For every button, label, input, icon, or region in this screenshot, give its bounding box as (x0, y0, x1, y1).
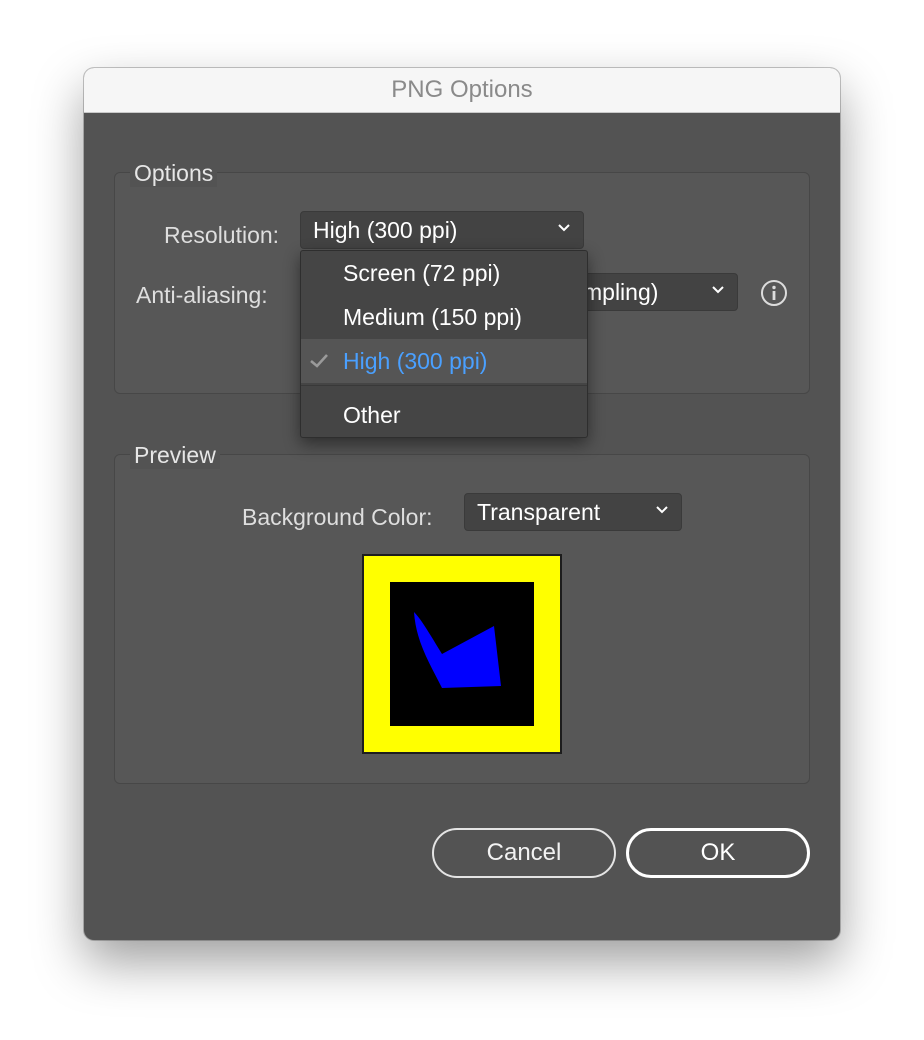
background-color-value: Transparent (477, 498, 601, 525)
cancel-button[interactable]: Cancel (432, 828, 616, 878)
menu-item-other[interactable]: Other (301, 393, 587, 437)
background-color-select[interactable]: Transparent (464, 493, 682, 531)
menu-item-medium[interactable]: Medium (150 ppi) (301, 295, 587, 339)
menu-item-label: Other (343, 401, 401, 428)
anti-aliasing-value: mpling) (583, 278, 659, 305)
title-bar[interactable]: PNG Options (84, 68, 840, 113)
background-color-label: Background Color: (242, 504, 433, 530)
info-icon[interactable] (760, 279, 788, 307)
menu-item-screen[interactable]: Screen (72 ppi) (301, 251, 587, 295)
chevron-down-icon (656, 506, 668, 514)
menu-item-label: Medium (150 ppi) (343, 303, 522, 330)
resolution-value: High (300 ppi) (313, 216, 458, 243)
preview-group-label: Preview (130, 442, 220, 469)
chevron-down-icon (558, 224, 570, 232)
anti-aliasing-label: Anti-aliasing: (136, 282, 268, 308)
options-group-label: Options (130, 160, 218, 187)
resolution-label: Resolution: (164, 222, 280, 248)
menu-item-high[interactable]: High (300 ppi) (301, 339, 587, 383)
ok-button[interactable]: OK (626, 828, 810, 878)
menu-item-label: High (300 ppi) (343, 347, 488, 374)
checkmark-icon (310, 354, 328, 368)
png-options-dialog: PNG Options Options Resolution: High (30… (84, 68, 840, 940)
menu-separator (301, 385, 587, 386)
resolution-select[interactable]: High (300 ppi) (300, 211, 584, 249)
chevron-down-icon (712, 286, 724, 294)
dialog-title: PNG Options (391, 76, 533, 103)
preview-image (362, 554, 562, 754)
resolution-dropdown-menu: Screen (72 ppi) Medium (150 ppi) High (3… (300, 250, 588, 438)
menu-item-label: Screen (72 ppi) (343, 259, 501, 286)
